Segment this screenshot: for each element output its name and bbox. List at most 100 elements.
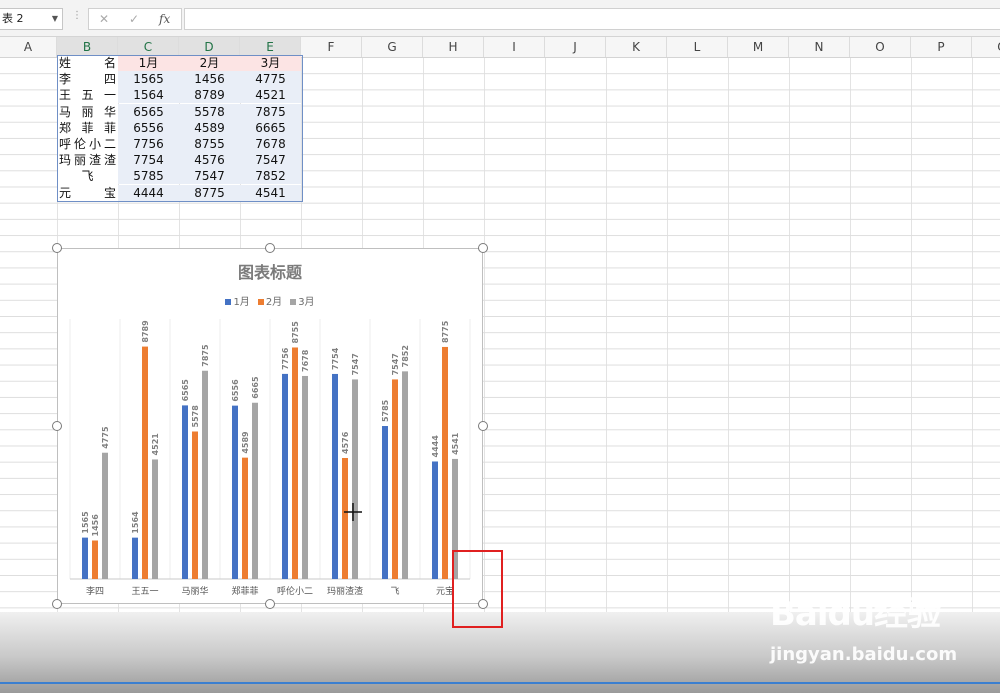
data-label: 6556 [231,379,240,402]
bar-3月[interactable] [352,379,358,579]
data-label: 1456 [91,514,100,537]
column-header-o[interactable]: O [850,37,911,57]
column-header-f[interactable]: F [301,37,362,57]
table-cell-name[interactable]: 玛丽渣渣 [57,152,118,169]
bar-2月[interactable] [142,346,148,579]
table-cell-m1[interactable]: 6565 [118,103,179,120]
table-cell-m3[interactable]: 7852 [240,168,301,185]
enter-icon[interactable]: ✓ [129,9,139,29]
column-header-p[interactable]: P [911,37,972,57]
bar-2月[interactable] [192,431,198,579]
table-cell-m1[interactable]: 1565 [118,71,179,88]
column-header-a[interactable]: A [0,37,57,57]
column-header-k[interactable]: K [606,37,667,57]
bar-1月[interactable] [332,373,338,579]
bar-3月[interactable] [402,371,408,579]
column-header-b[interactable]: B [57,37,118,57]
data-label: 7756 [281,347,290,370]
table-cell-m1[interactable]: 5785 [118,168,179,185]
table-cell-name[interactable]: 飞 [57,168,118,185]
table-cell-m3[interactable]: 7678 [240,136,301,152]
column-header-d[interactable]: D [179,37,240,57]
data-label: 4444 [431,435,440,458]
chevron-down-icon[interactable]: ▼ [50,9,58,29]
table-cell-m3[interactable]: 7875 [240,103,301,120]
bar-1月[interactable] [282,373,288,579]
table-cell-m2[interactable]: 8755 [179,136,240,152]
function-icon[interactable]: fx [159,9,170,29]
bar-2月[interactable] [292,347,298,579]
table-cell-m2[interactable]: 4589 [179,119,240,136]
resize-handle[interactable] [52,599,62,609]
resize-handle[interactable] [52,243,62,253]
bar-3月[interactable] [302,375,308,579]
plot-area[interactable]: 1565 1456 4775 李四 1564 8789 4521 王五一 65655578 787… [58,249,482,603]
resize-handle[interactable] [478,243,488,253]
bar-3月[interactable] [252,402,258,579]
table-cell-m3[interactable]: 4521 [240,87,301,104]
resize-handle[interactable] [265,599,275,609]
column-header-g[interactable]: G [362,37,423,57]
table-header-m3[interactable]: 3月 [240,55,301,71]
table-cell-m1[interactable]: 7754 [118,152,179,169]
cancel-icon[interactable]: ✕ [99,9,109,29]
table-cell-m2[interactable]: 8789 [179,87,240,104]
table-cell-m3[interactable]: 7547 [240,152,301,169]
column-header-c[interactable]: C [118,37,179,57]
table-header-m1[interactable]: 1月 [118,55,179,71]
bar-1月[interactable] [382,426,388,579]
table-header-m2[interactable]: 2月 [179,55,240,71]
bar-1月[interactable] [232,405,238,579]
bar-1月[interactable] [182,405,188,579]
column-header-n[interactable]: N [789,37,850,57]
bar-3月[interactable] [152,459,158,579]
table-cell-m3[interactable]: 4775 [240,71,301,88]
bar-3月[interactable] [202,370,208,579]
table-cell-m1[interactable]: 1564 [118,87,179,104]
formula-input[interactable] [184,8,1000,30]
bar-3月[interactable] [102,452,108,579]
table-cell-m1[interactable]: 4444 [118,184,179,201]
x-tick-label: 郑菲菲 [231,585,258,597]
table-cell-m2[interactable]: 1456 [179,71,240,88]
column-header-q[interactable]: Q [972,37,1000,57]
data-label: 7875 [201,344,210,367]
table-cell-m2[interactable]: 7547 [179,168,240,185]
table-cell-name[interactable]: 王五一 [57,87,118,104]
resize-handle[interactable] [265,243,275,253]
x-tick-label: 玛丽渣渣 [327,585,363,597]
bar-1月[interactable] [132,537,138,579]
table-cell-name[interactable]: 郑菲菲 [57,119,118,136]
table-cell-m1[interactable]: 6556 [118,119,179,136]
x-tick-label: 王五一 [131,586,158,597]
resize-handle[interactable] [478,421,488,431]
table-cell-m1[interactable]: 7756 [118,136,179,152]
column-header-l[interactable]: L [667,37,728,57]
data-label: 4541 [451,432,460,455]
name-box[interactable]: 表 2 ▼ [0,8,63,30]
table-cell-m3[interactable]: 4541 [240,184,301,201]
column-header-h[interactable]: H [423,37,484,57]
table-header-name[interactable]: 姓名 [57,55,118,71]
column-header-m[interactable]: M [728,37,789,57]
bar-2月[interactable] [92,540,98,579]
table-cell-name[interactable]: 呼伦小二 [57,136,118,152]
table-cell-name[interactable]: 马丽华 [57,103,118,120]
table-cell-m2[interactable]: 5578 [179,103,240,120]
table-cell-m2[interactable]: 4576 [179,152,240,169]
column-header-e[interactable]: E [240,37,301,57]
table-cell-m2[interactable]: 8775 [179,184,240,201]
bar-1月[interactable] [432,461,438,579]
bar-2月[interactable] [242,457,248,579]
data-label: 8789 [141,320,150,343]
bar-2月[interactable] [442,346,448,579]
table-cell-name[interactable]: 李四 [57,71,118,88]
chart[interactable]: 图表标题 1月 2月 3月 1565 1456 4775 李四 1564 8789 4521 王五… [57,248,483,604]
bar-1月[interactable] [82,537,88,579]
column-header-j[interactable]: J [545,37,606,57]
resize-handle[interactable] [52,421,62,431]
table-cell-m3[interactable]: 6665 [240,119,301,136]
bar-2月[interactable] [392,379,398,579]
column-header-i[interactable]: I [484,37,545,57]
table-cell-name[interactable]: 元宝 [57,184,118,201]
